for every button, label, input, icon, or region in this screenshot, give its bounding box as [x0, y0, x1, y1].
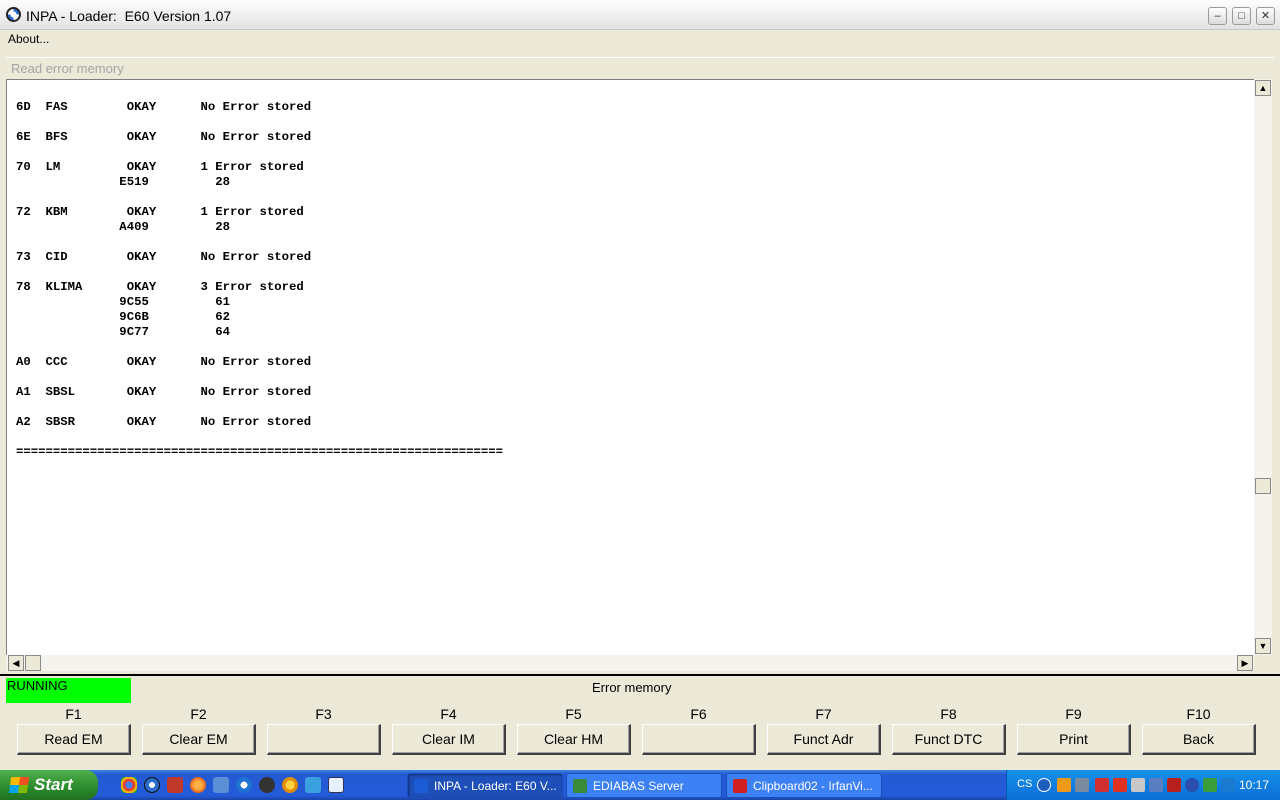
fkey-button-f9[interactable]: Print — [1017, 724, 1131, 755]
menu-bar: About... — [0, 30, 1280, 49]
ediabas-icon — [573, 779, 587, 793]
scroll-left-arrow-icon[interactable]: ◀ — [8, 655, 24, 671]
fkey-button-f1[interactable]: Read EM — [17, 724, 131, 755]
update-icon[interactable] — [1221, 778, 1235, 792]
monitor-icon[interactable] — [1075, 778, 1089, 792]
clock: 10:17 — [1239, 778, 1270, 792]
acrobat-icon[interactable] — [1095, 778, 1109, 792]
pdf-icon[interactable] — [1113, 778, 1127, 792]
taskbar-button-label: Clipboard02 - IrfanVi... — [753, 779, 873, 793]
start-label: Start — [34, 775, 73, 794]
fkey-label-f4: F4 — [440, 706, 457, 722]
fkey-label-f6: F6 — [690, 706, 707, 722]
taskbar-button-label: EDIABAS Server — [593, 779, 684, 793]
bmw-icon — [414, 779, 428, 793]
bmw-icon[interactable] — [144, 777, 160, 793]
status-indicator: RUNNING — [6, 678, 131, 703]
media-icon[interactable] — [259, 777, 275, 793]
volume-icon[interactable] — [1149, 778, 1163, 792]
fkey-label-f7: F7 — [815, 706, 832, 722]
network-tray-icon[interactable] — [1131, 778, 1145, 792]
scroll-up-arrow-icon[interactable]: ▲ — [1255, 80, 1271, 96]
fkey-button-f8[interactable]: Funct DTC — [892, 724, 1006, 755]
window-title: INPA - Loader: E60 Version 1.07 — [26, 8, 232, 24]
notepad-icon[interactable] — [328, 777, 344, 793]
taskbar-button-label: INPA - Loader: E60 V... — [434, 779, 557, 793]
firefox-icon[interactable] — [190, 777, 206, 793]
horizontal-scrollbar[interactable] — [6, 655, 1254, 671]
taskbar-button[interactable]: Clipboard02 - IrfanVi... — [726, 773, 882, 798]
chevron-left-icon[interactable] — [1037, 778, 1051, 792]
scroll-right-arrow-icon[interactable]: ▶ — [1237, 655, 1253, 671]
fkey-label-f2: F2 — [190, 706, 207, 722]
scroll-down-arrow-icon[interactable]: ▼ — [1255, 638, 1271, 654]
app-window: INPA - Loader: E60 Version 1.07 – □ ✕ Ab… — [0, 0, 1280, 770]
fkey-label-f3: F3 — [315, 706, 332, 722]
minimize-button[interactable]: – — [1208, 7, 1227, 25]
bmw-logo-icon[interactable] — [6, 7, 21, 22]
tool-icon[interactable] — [167, 777, 183, 793]
fkey-label-f9: F9 — [1065, 706, 1082, 722]
internet-explorer-icon[interactable] — [236, 777, 252, 793]
maximize-button[interactable]: □ — [1232, 7, 1251, 25]
menu-item-about[interactable]: About... — [8, 32, 49, 46]
fkey-label-f1: F1 — [65, 706, 82, 722]
fkey-button-f7[interactable]: Funct Adr — [767, 724, 881, 755]
chrome-icon[interactable] — [121, 777, 137, 793]
app-icon[interactable] — [305, 777, 321, 793]
horizontal-scroll-thumb[interactable] — [25, 655, 41, 671]
panel-header: Read error memory — [6, 57, 1274, 79]
vertical-scrollbar[interactable] — [1254, 79, 1272, 655]
function-key-bar: RUNNING Error memory F1 Read EM F2 Clear EM… — [0, 674, 1280, 770]
output-area[interactable]: 6D FAS OKAY No Error stored 6E BFS OKAY … — [6, 79, 1254, 655]
panel-title: Read error memory — [11, 61, 124, 76]
network-icon[interactable] — [213, 777, 229, 793]
java-icon[interactable] — [1057, 778, 1071, 792]
close-button[interactable]: ✕ — [1256, 7, 1275, 25]
fkey-button-f2[interactable]: Clear EM — [142, 724, 256, 755]
bluetooth-icon[interactable] — [1185, 778, 1199, 792]
windows-logo-icon — [8, 777, 30, 793]
fkey-button-f5[interactable]: Clear HM — [517, 724, 631, 755]
system-tray: CS 10:17 — [1006, 770, 1280, 800]
fkey-button-f10[interactable]: Back — [1142, 724, 1256, 755]
irfanview-icon — [733, 779, 747, 793]
fkey-label-f5: F5 — [565, 706, 582, 722]
start-button[interactable]: Start — [0, 770, 98, 800]
title-bar[interactable]: INPA - Loader: E60 Version 1.07 – □ ✕ — [0, 0, 1280, 30]
fkey-button-f4[interactable]: Clear IM — [392, 724, 506, 755]
fkey-button-f6[interactable] — [642, 724, 756, 755]
taskbar-button[interactable]: EDIABAS Server — [566, 773, 722, 798]
player-icon[interactable] — [282, 777, 298, 793]
screen-title: Error memory — [592, 680, 672, 695]
fkey-button-f3[interactable] — [267, 724, 381, 755]
vertical-scroll-thumb[interactable] — [1255, 478, 1271, 494]
language-indicator[interactable]: CS — [1017, 778, 1032, 790]
shield-icon[interactable] — [1167, 778, 1181, 792]
taskbar-button[interactable]: INPA - Loader: E60 V... — [407, 773, 563, 798]
security-icon[interactable] — [1203, 778, 1217, 792]
taskbar: Start INPA - Loader: E60 V... EDIABAS Ser… — [0, 770, 1280, 800]
fkey-label-f8: F8 — [940, 706, 957, 722]
error-memory-output: 6D FAS OKAY No Error stored 6E BFS OKAY … — [16, 100, 504, 459]
fkey-label-f10: F10 — [1186, 706, 1211, 722]
